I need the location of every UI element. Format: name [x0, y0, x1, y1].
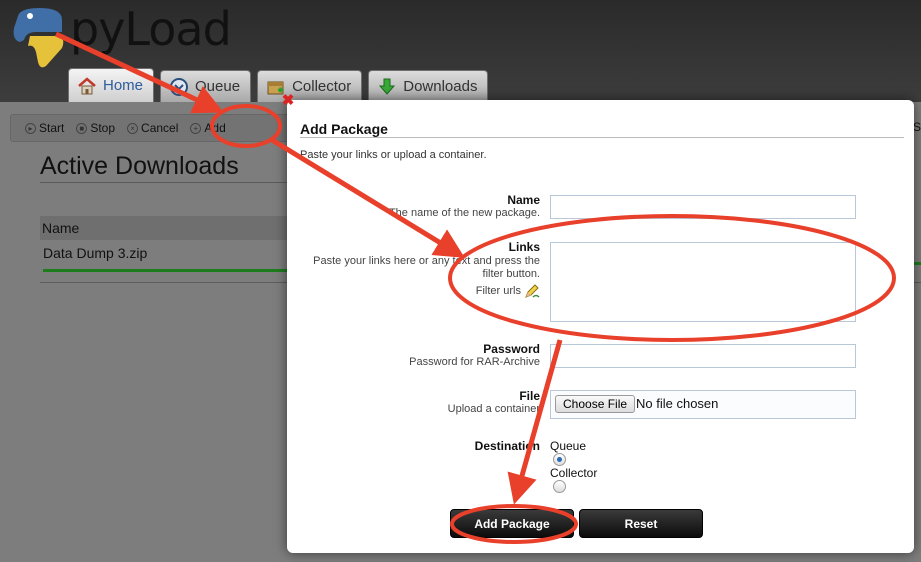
password-hint: Password for RAR-Archive — [409, 356, 540, 368]
app-header: pyLoad Home Queue Collector Downloads — [0, 0, 921, 102]
edge-divider — [913, 282, 921, 283]
download-progress-bar — [43, 269, 290, 272]
destination-collector-label: Collector — [550, 466, 598, 480]
tab-home[interactable]: Home — [68, 68, 155, 102]
add-label: Add — [204, 121, 226, 135]
reset-button[interactable]: Reset — [579, 509, 703, 538]
name-label: Name — [507, 193, 540, 207]
downloads-icon — [379, 78, 396, 95]
edge-text: S — [913, 120, 921, 134]
table-header-name: Name — [40, 216, 290, 240]
file-hint: Upload a container — [447, 403, 540, 415]
tab-collector[interactable]: Collector — [257, 70, 363, 102]
table-row[interactable]: Data Dump 3.zip — [43, 245, 147, 261]
queue-icon — [170, 77, 189, 96]
file-status: No file chosen — [636, 396, 719, 411]
add-button[interactable]: + Add — [190, 121, 226, 135]
pencil-icon — [525, 284, 540, 298]
package-name-input[interactable] — [550, 195, 856, 219]
stop-label: Stop — [90, 121, 116, 135]
row-divider — [40, 282, 290, 283]
destination-queue-label: Queue — [550, 439, 587, 453]
dialog-title: Add Package — [300, 121, 388, 137]
links-label: Links — [508, 240, 540, 254]
cancel-icon: × — [127, 122, 139, 134]
download-toolbar: ▸ Start ■ Stop × Cancel + Add — [10, 114, 300, 142]
file-label: File — [519, 389, 540, 403]
links-hint-line1: Paste your links here or any text and pr… — [313, 255, 540, 267]
main-tabs: Home Queue Collector Downloads — [68, 68, 489, 102]
edge-progress-bar — [913, 262, 921, 265]
tab-collector-label: Collector — [292, 78, 352, 95]
stop-icon: ■ — [76, 122, 88, 134]
plus-icon: + — [190, 122, 202, 134]
filter-urls-label: Filter urls — [475, 284, 521, 297]
add-package-dialog: ✖ Add Package Paste your links or upload… — [282, 93, 914, 553]
tab-downloads-label: Downloads — [403, 78, 478, 95]
start-label: Start — [39, 121, 65, 135]
tab-queue-label: Queue — [195, 78, 241, 95]
tab-home-label: Home — [103, 77, 144, 94]
destination-queue-radio[interactable] — [553, 453, 566, 466]
cancel-label: Cancel — [141, 121, 179, 135]
title-divider — [40, 182, 290, 183]
close-icon[interactable]: ✖ — [281, 93, 295, 108]
add-package-button[interactable]: Add Package — [450, 509, 574, 538]
page-title: Active Downloads — [40, 152, 239, 180]
stop-button[interactable]: ■ Stop — [76, 121, 115, 135]
name-hint: The name of the new package. — [388, 207, 540, 219]
app-logo-text: pyLoad — [70, 2, 232, 56]
dialog-divider — [300, 137, 904, 138]
cancel-button[interactable]: × Cancel — [127, 121, 178, 135]
file-upload-field: Choose File No file chosen — [550, 390, 856, 419]
dialog-subtitle: Paste your links or upload a container. — [300, 149, 487, 161]
tab-queue[interactable]: Queue — [160, 70, 252, 102]
play-icon: ▸ — [25, 122, 36, 134]
password-label: Password — [483, 342, 540, 356]
home-icon — [78, 76, 96, 94]
start-button[interactable]: ▸ Start — [25, 121, 64, 135]
choose-file-button[interactable]: Choose File — [555, 395, 636, 413]
filter-urls-button[interactable]: Filter urls — [476, 283, 540, 299]
links-hint-line2: filter button. — [482, 268, 540, 280]
python-logo-icon — [13, 8, 64, 68]
destination-label: Destination — [474, 439, 540, 453]
password-input[interactable] — [550, 344, 856, 368]
links-textarea[interactable] — [550, 242, 856, 322]
tab-downloads[interactable]: Downloads — [368, 70, 489, 102]
destination-collector-radio[interactable] — [553, 480, 566, 493]
